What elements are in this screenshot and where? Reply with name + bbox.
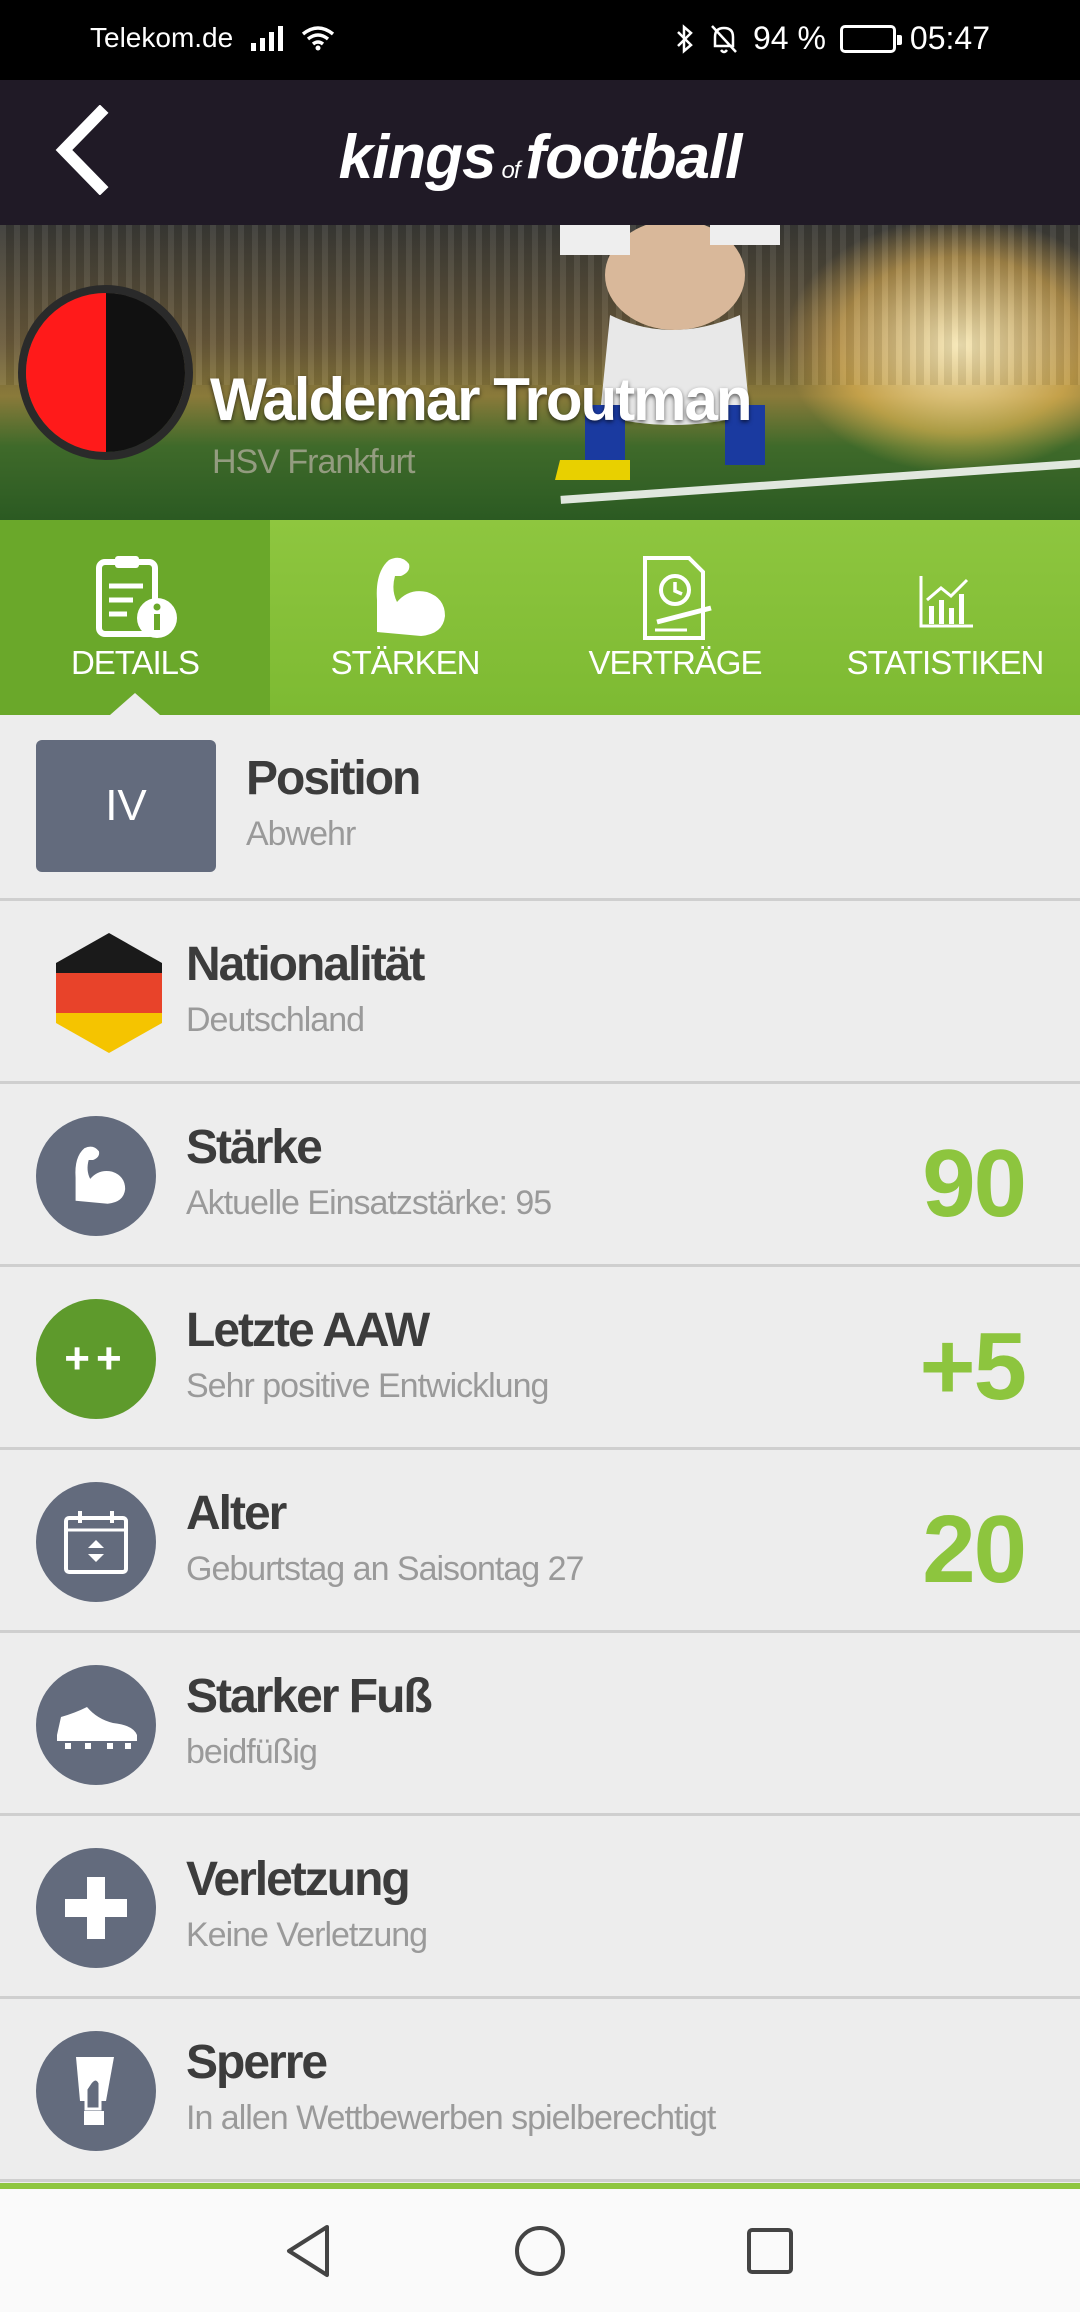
club-badge xyxy=(18,285,193,460)
tab-details[interactable]: DETAILS xyxy=(0,520,270,715)
flexed-biceps-icon xyxy=(376,557,445,636)
wifi-icon xyxy=(302,26,335,51)
app-header: kings offootball xyxy=(0,80,1080,225)
aaw-value: +5 xyxy=(919,1313,1027,1420)
battery-percent: 94 % xyxy=(752,20,826,56)
strength-subtitle: Aktuelle Einsatzstärke: 95 xyxy=(186,1184,552,1222)
status-bar: Telekom.de 94 % 05:47 xyxy=(0,0,1080,80)
injury-icon-circle xyxy=(36,1848,156,1968)
strength-title: Stärke xyxy=(186,1121,323,1174)
nationality-value: Deutschland xyxy=(186,1001,365,1039)
list-item-nationality: Nationalität Deutschland xyxy=(0,901,1080,1084)
tab-contracts-label: VERTRÄGE xyxy=(588,644,763,681)
foot-value: beidfüßig xyxy=(186,1733,318,1771)
suspension-icon-circle xyxy=(36,2031,156,2151)
app-logo: kings offootball xyxy=(0,122,1080,193)
list-item-strength: Stärke Aktuelle Einsatzstärke: 95 90 xyxy=(0,1084,1080,1267)
list-item-age: Alter Geburtstag an Saisontag 27 20 xyxy=(0,1450,1080,1633)
injury-title: Verletzung xyxy=(186,1853,411,1906)
list-item-suspension: Sperre In allen Wettbewerben spielberech… xyxy=(0,1999,1080,2182)
foot-title: Starker Fuß xyxy=(186,1670,433,1723)
position-value: Abwehr xyxy=(246,815,356,853)
club-name: HSV Frankfurt xyxy=(212,443,415,481)
battery-icon xyxy=(839,24,902,53)
tab-statistics-label: STATISTIKEN xyxy=(846,644,1045,681)
position-badge: IV xyxy=(36,740,216,872)
clock: 05:47 xyxy=(909,20,990,56)
injury-value: Keine Verletzung xyxy=(186,1916,428,1954)
bluetooth-icon xyxy=(677,23,693,54)
card-hand-icon xyxy=(76,2057,114,2125)
carrier-name: Telekom.de xyxy=(90,22,234,53)
player-name: Waldemar Troutman xyxy=(210,366,753,433)
age-icon-circle xyxy=(36,1482,156,1602)
suspension-title: Sperre xyxy=(186,2036,328,2089)
tab-contracts[interactable]: VERTRÄGE xyxy=(540,520,810,715)
position-title: Position xyxy=(246,752,421,805)
logo-kings: kings xyxy=(338,123,497,192)
double-plus-icon: ++ xyxy=(64,1334,128,1383)
logo-football: football xyxy=(525,123,743,192)
aaw-icon-circle: ++ xyxy=(36,1299,156,1419)
details-list: IV Position Abwehr Nationalität Deutschl… xyxy=(0,715,1080,2182)
bar-chart-icon xyxy=(919,576,973,628)
clipboard-info-icon xyxy=(96,556,177,638)
tab-strengths[interactable]: STÄRKEN xyxy=(270,520,540,715)
system-navigation-bar xyxy=(0,2189,1080,2312)
nav-home-button[interactable] xyxy=(508,2219,572,2283)
germany-flag-icon xyxy=(56,933,162,1053)
aaw-title: Letzte AAW xyxy=(186,1304,430,1357)
muted-bell-icon xyxy=(711,24,737,53)
flexed-biceps-icon xyxy=(75,1146,126,1204)
square-recents-icon xyxy=(747,2228,793,2274)
strength-icon-circle xyxy=(36,1116,156,1236)
logo-of: of xyxy=(501,157,521,184)
player-tabs: DETAILS STÄRKEN VERTRÄGE STATISTIKEN xyxy=(0,520,1080,715)
tab-strengths-label: STÄRKEN xyxy=(330,644,481,681)
aaw-subtitle: Sehr positive Entwicklung xyxy=(186,1367,549,1405)
circle-home-icon xyxy=(515,2226,565,2276)
medical-cross-icon xyxy=(65,1877,127,1939)
age-subtitle: Geburtstag an Saisontag 27 xyxy=(186,1550,584,1588)
list-item-position: IV Position Abwehr xyxy=(0,715,1080,901)
tab-statistics[interactable]: STATISTIKEN xyxy=(810,520,1080,715)
tab-details-label: DETAILS xyxy=(70,644,200,681)
nav-back-button[interactable] xyxy=(276,2219,340,2283)
triangle-back-icon xyxy=(287,2225,329,2277)
list-item-injury: Verletzung Keine Verletzung xyxy=(0,1816,1080,1999)
player-hero-banner: Waldemar Troutman HSV Frankfurt xyxy=(0,225,1080,520)
suspension-value: In allen Wettbewerben spielberechtigt xyxy=(186,2099,716,2137)
contract-icon xyxy=(643,556,712,640)
nationality-title: Nationalität xyxy=(186,938,425,991)
football-boot-icon xyxy=(57,1707,137,1749)
signal-icon xyxy=(251,25,284,51)
nav-recents-button[interactable] xyxy=(738,2219,802,2283)
calendar-icon xyxy=(64,1511,128,1574)
list-item-strong-foot: Starker Fuß beidfüßig xyxy=(0,1633,1080,1816)
foot-icon-circle xyxy=(36,1665,156,1785)
age-value: 20 xyxy=(922,1496,1027,1603)
age-title: Alter xyxy=(186,1487,287,1540)
strength-value: 90 xyxy=(922,1130,1027,1237)
list-item-last-aaw: ++ Letzte AAW Sehr positive Entwicklung … xyxy=(0,1267,1080,1450)
